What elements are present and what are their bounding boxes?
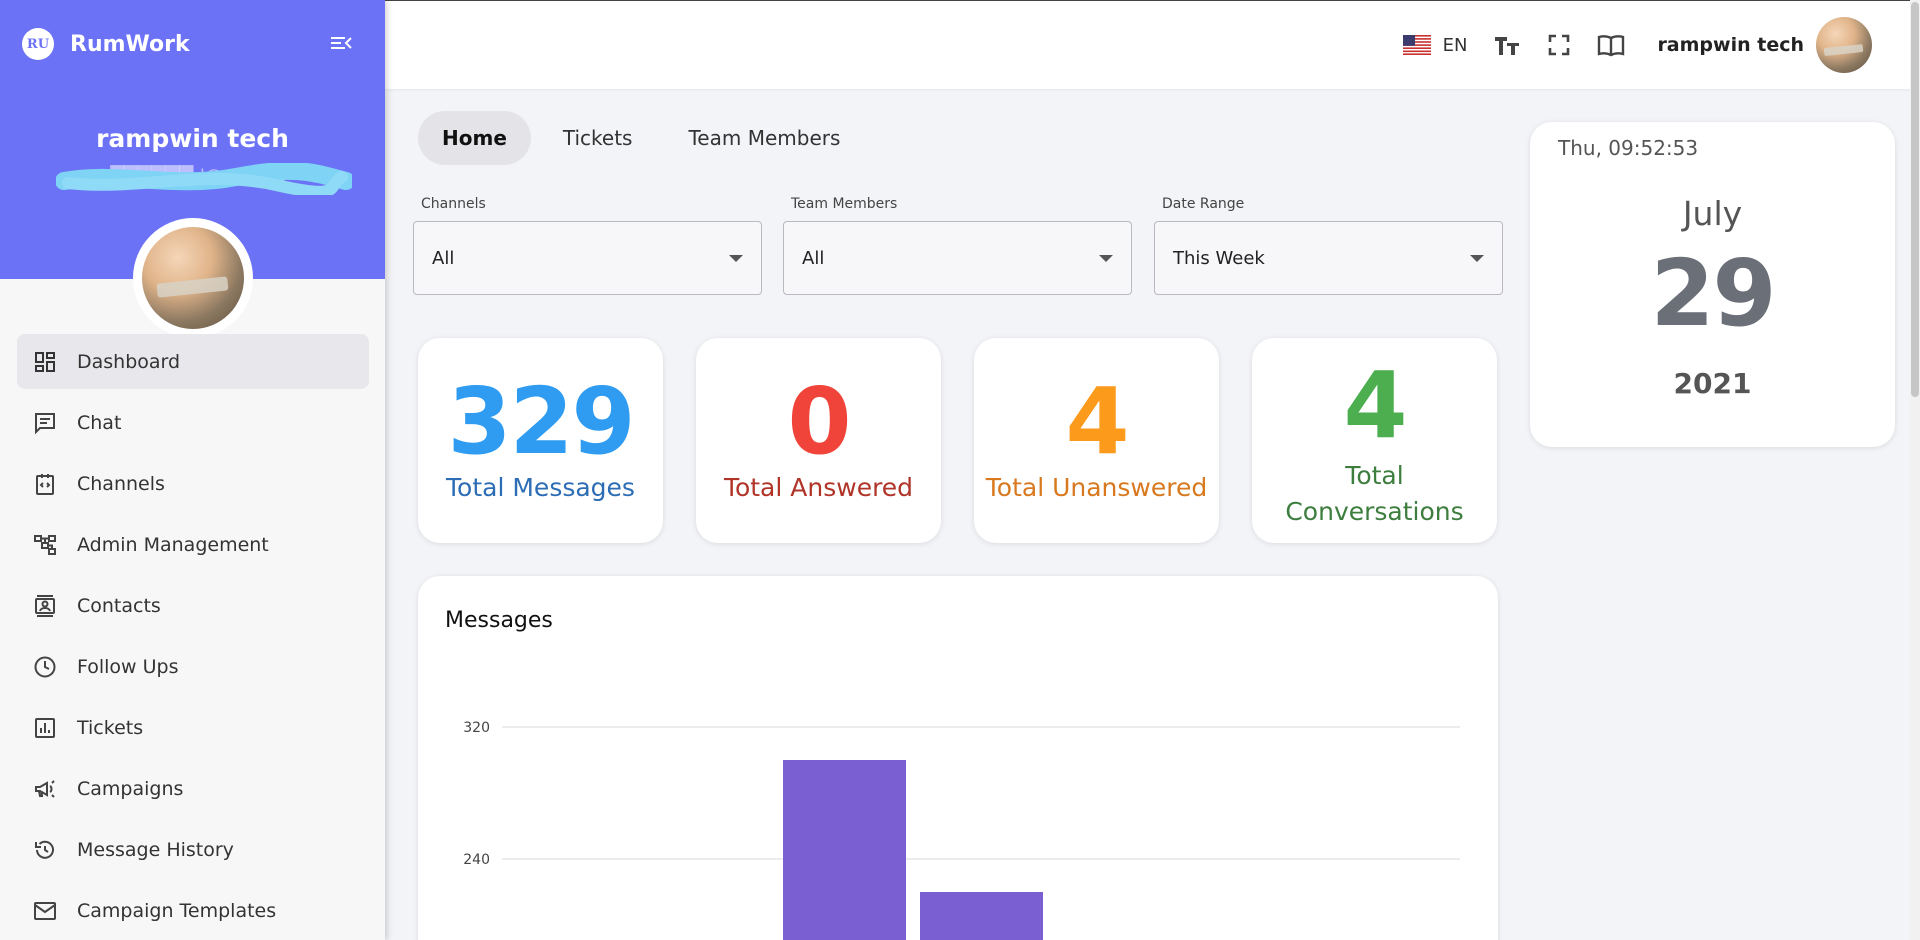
sidebar-item-label: Dashboard (77, 350, 181, 373)
sidebar-item-channels[interactable]: Channels (17, 456, 369, 511)
clock-icon (34, 656, 56, 677)
menu-collapse-icon[interactable] (330, 34, 352, 52)
sidebar-item-label: Chat (77, 411, 122, 434)
hierarchy-icon (34, 534, 56, 555)
book-icon[interactable] (1597, 31, 1625, 59)
sidebar-item-label: Channels (77, 472, 165, 495)
stat-card-total-answered: 0 Total Answered (696, 338, 941, 543)
messages-chart-card: Messages 240 320 (418, 576, 1498, 940)
redaction-scribble (56, 163, 352, 195)
text-size-icon[interactable] (1493, 31, 1521, 59)
current-time: Thu, 09:52:53 (1558, 136, 1699, 160)
sidebar-item-dashboard[interactable]: Dashboard (17, 334, 369, 389)
brand-name: RumWork (70, 31, 190, 57)
sidebar-item-label: Campaigns (77, 777, 184, 800)
bar-chart-icon (35, 717, 55, 738)
stat-value: 4 (1343, 352, 1407, 459)
sidebar-item-campaign-templates[interactable]: Campaign Templates (17, 883, 369, 938)
sidebar-item-chat[interactable]: Chat (17, 395, 369, 450)
y-tick-label: 240 (463, 852, 490, 868)
top-bar-actions: EN rampwin tech (1402, 17, 1872, 73)
stat-label: Total Messages (446, 473, 635, 502)
fullscreen-icon[interactable] (1545, 31, 1573, 59)
caret-down-icon (1470, 254, 1484, 262)
avatar-photo (142, 227, 244, 329)
date-card: Thu, 09:52:53 July 29 2021 (1530, 122, 1895, 447)
stat-label: Total Unanswered (985, 473, 1208, 502)
filter-label: Date Range (1162, 196, 1245, 212)
current-year: 2021 (1673, 367, 1752, 400)
stat-value: 4 (1065, 368, 1129, 475)
mail-icon (34, 901, 56, 920)
chat-icon (35, 412, 55, 434)
stat-value: 329 (447, 368, 635, 475)
filter-label: Channels (421, 196, 486, 212)
chart-bar[interactable] (920, 892, 1043, 940)
caret-down-icon (729, 254, 743, 262)
sidebar-item-label: Campaign Templates (77, 899, 277, 922)
filter-value: This Week (1173, 247, 1265, 269)
user-name: rampwin tech (1657, 34, 1804, 56)
sidebar-item-admin-management[interactable]: Admin Management (17, 517, 369, 572)
sidebar-item-message-history[interactable]: Message History (17, 822, 369, 877)
tab-tickets[interactable]: Tickets (539, 111, 657, 165)
team-members-select[interactable]: All (783, 221, 1132, 295)
dashboard-tabs: Home Tickets Team Members (418, 111, 872, 165)
brand-logo-icon: RU (22, 28, 54, 60)
user-menu[interactable]: rampwin tech (1657, 17, 1872, 73)
dashboard-icon (35, 351, 55, 372)
date-range-select[interactable]: This Week (1154, 221, 1503, 295)
history-icon (35, 840, 54, 859)
sidebar-item-contacts[interactable]: Contacts (17, 578, 369, 633)
sidebar-item-label: Message History (77, 838, 234, 861)
tab-team-members[interactable]: Team Members (664, 111, 864, 165)
megaphone-icon (35, 779, 55, 798)
stat-value: 0 (787, 368, 851, 475)
sidebar: RU RumWork rampwin tech s██████d@ramp█ D… (0, 0, 385, 940)
language-selector[interactable]: EN (1402, 34, 1468, 56)
scrollbar-thumb[interactable] (1911, 2, 1919, 397)
date-range-filter: Date Range This Week (1154, 196, 1503, 295)
sidebar-item-campaigns[interactable]: Campaigns (17, 761, 369, 816)
stat-label: Total Conversations (1285, 461, 1464, 526)
avatar (1816, 17, 1872, 73)
chart-bar[interactable] (783, 760, 906, 940)
sidebar-item-follow-ups[interactable]: Follow Ups (17, 639, 369, 694)
stat-card-total-conversations: 4 Total Conversations (1252, 338, 1497, 543)
tab-home[interactable]: Home (418, 111, 531, 165)
brand[interactable]: RU RumWork (22, 28, 190, 60)
channels-icon (36, 473, 54, 495)
channels-select[interactable]: All (413, 221, 762, 295)
sidebar-item-label: Tickets (77, 716, 144, 739)
sidebar-item-tickets[interactable]: Tickets (17, 700, 369, 755)
sidebar-nav: Dashboard Chat Channels Admin Management (17, 334, 369, 940)
stat-card-total-messages: 329 Total Messages (418, 338, 663, 543)
filter-value: All (432, 247, 455, 269)
sidebar-item-label: Admin Management (77, 533, 269, 556)
sidebar-item-label: Follow Ups (77, 655, 179, 678)
language-code: EN (1442, 34, 1468, 56)
current-day: 29 (1650, 240, 1776, 347)
y-tick-label: 320 (463, 720, 490, 736)
top-bar: EN rampwin tech (385, 0, 1920, 89)
filter-label: Team Members (791, 196, 898, 212)
filter-value: All (802, 247, 825, 269)
profile-avatar[interactable] (133, 218, 253, 338)
stat-label: Total Answered (723, 473, 914, 502)
messages-bar-chart: 240 320 (463, 720, 1460, 940)
profile-name: rampwin tech (96, 124, 289, 153)
us-flag-icon (1402, 35, 1431, 55)
sidebar-item-label: Contacts (77, 594, 161, 617)
team-members-filter: Team Members All (783, 196, 1132, 295)
channels-filter: Channels All (413, 196, 762, 295)
current-month: July (1682, 194, 1743, 233)
contacts-icon (35, 594, 55, 617)
stat-card-total-unanswered: 4 Total Unanswered (974, 338, 1219, 543)
caret-down-icon (1099, 254, 1113, 262)
page-scrollbar[interactable] (1910, 0, 1920, 940)
